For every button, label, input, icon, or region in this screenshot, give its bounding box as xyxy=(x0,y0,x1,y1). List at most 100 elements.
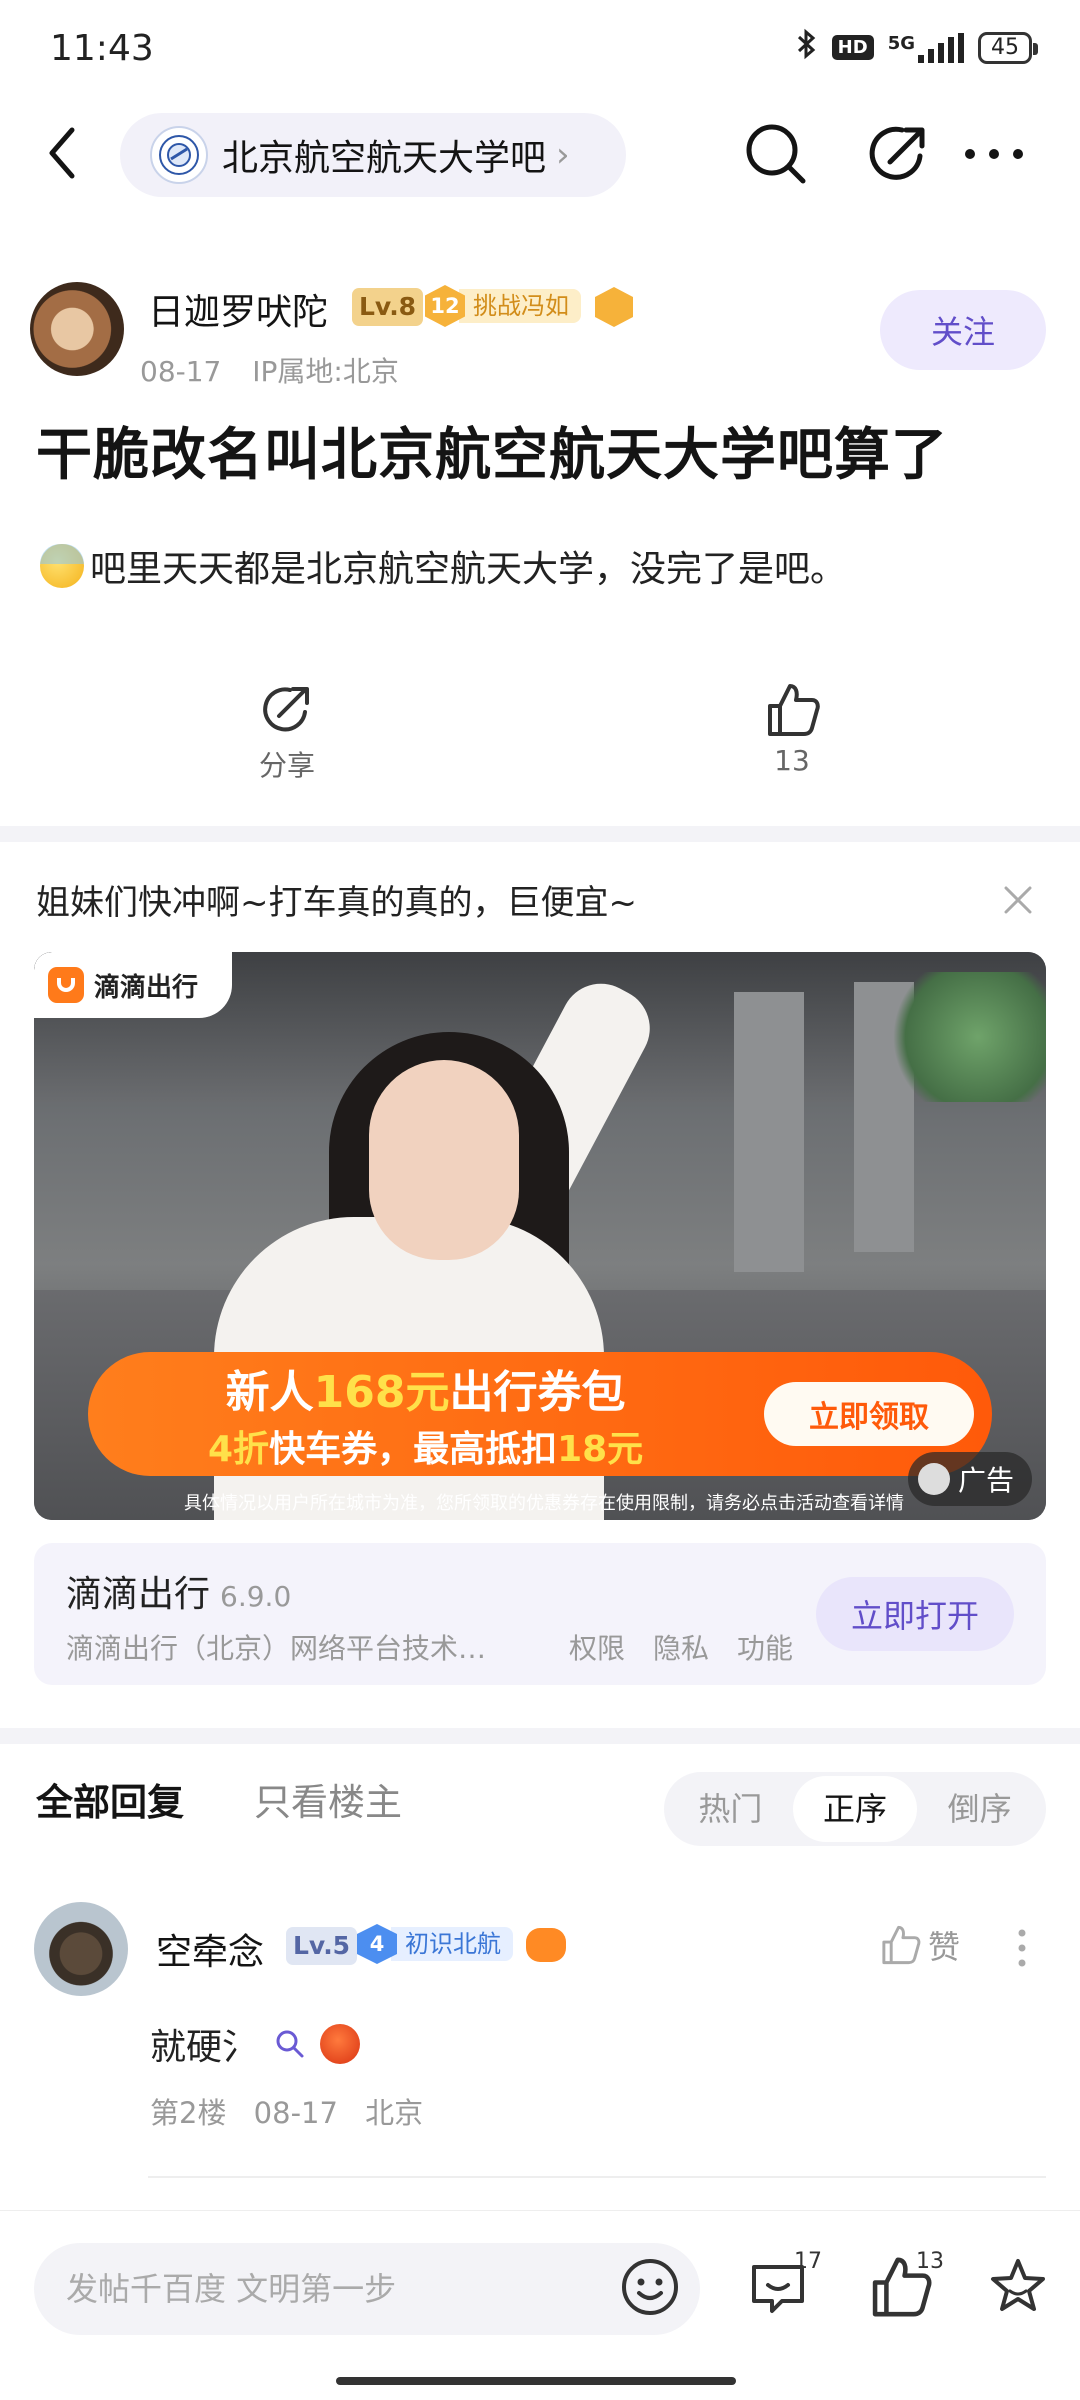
ad-label-badge[interactable]: 广告 xyxy=(907,1452,1032,1506)
share-label: 分享 xyxy=(258,749,315,782)
search-button[interactable] xyxy=(740,118,812,190)
medal-badge: 12 挑战冯如 xyxy=(425,285,581,327)
sort-descending[interactable]: 倒序 xyxy=(917,1776,1042,1842)
claim-coupon-button[interactable]: 立即领取 xyxy=(764,1382,974,1446)
post-body-text: 吧里天天都是北京航空航天大学，没完了是吧。 xyxy=(90,549,847,590)
app-privacy-link[interactable]: 隐私 xyxy=(653,1627,709,1667)
ad-photo-trees xyxy=(876,972,1046,1102)
more-button[interactable] xyxy=(958,118,1030,190)
search-icon[interactable] xyxy=(274,2028,306,2060)
author-avatar[interactable] xyxy=(30,282,124,376)
app-name-row: 滴滴出行 6.9.0 xyxy=(66,1565,291,1617)
post-meta: 08-17 IP属地:北京 xyxy=(140,350,399,390)
star-icon xyxy=(991,2259,1045,2311)
section-divider xyxy=(0,826,1080,842)
open-app-button[interactable]: 立即打开 xyxy=(816,1577,1014,1651)
sweat-emoji-icon xyxy=(40,544,84,588)
reply-author-name[interactable]: 空牵念 xyxy=(156,1923,264,1975)
reply-meta: 第2楼 08-17 北京 xyxy=(150,2090,423,2132)
ad-photo-pillar xyxy=(734,992,804,1272)
close-icon xyxy=(1004,886,1032,914)
ad-title[interactable]: 姐妹们快冲啊~打车真的真的，巨便宜~ xyxy=(36,875,637,924)
comment-count: 17 xyxy=(794,2249,822,2274)
home-indicator[interactable] xyxy=(336,2377,736,2385)
ad-image[interactable]: 滴滴出行 新人168元出行券包 4折快车券，最高抵扣18元 立即领取 具体情况以… xyxy=(34,952,1046,1520)
app-version: 6.9.0 xyxy=(220,1580,292,1613)
thumbs-up-icon xyxy=(882,1925,921,1965)
ad-offer-line1: 新人168元出行券包 xyxy=(225,1367,626,1418)
forum-logo xyxy=(150,126,208,184)
forum-name: 北京航空航天大学吧 xyxy=(222,138,547,179)
angry-emoji-icon xyxy=(320,2024,361,2064)
post-body: 吧里天天都是北京航空航天大学，没完了是吧。 xyxy=(40,540,846,592)
medal-title: 挑战冯如 xyxy=(459,289,581,323)
didi-logo-icon xyxy=(48,967,84,1003)
reply-medal-title: 初识北航 xyxy=(391,1927,513,1961)
app-permissions-link[interactable]: 权限 xyxy=(569,1627,625,1667)
share-icon xyxy=(869,126,925,180)
reply-like-label: 赞 xyxy=(928,1928,961,1966)
ad-offer-line2: 4折快车券，最高抵扣18元 xyxy=(208,1429,644,1470)
status-time: 11:43 xyxy=(50,28,154,69)
sort-ascending[interactable]: 正序 xyxy=(792,1776,918,1842)
ad-label: 广告 xyxy=(957,1464,1014,1497)
app-info-links: 权限 隐私 功能 xyxy=(569,1627,793,1667)
reply-location: 北京 xyxy=(365,2096,424,2130)
ad-offer-banner[interactable]: 新人168元出行券包 4折快车券，最高抵扣18元 立即领取 xyxy=(88,1352,992,1476)
follow-button[interactable]: 关注 xyxy=(880,290,1046,370)
honor-icon xyxy=(595,287,633,327)
ad-brand-tag: 滴滴出行 xyxy=(34,952,233,1018)
reply-more-button[interactable] xyxy=(1010,1925,1034,1971)
forum-pill[interactable]: 北京航空航天大学吧 › xyxy=(120,113,626,197)
post-date: 08-17 xyxy=(140,355,222,388)
like-action[interactable]: 13 xyxy=(712,680,872,777)
emoji-button[interactable] xyxy=(618,2255,682,2319)
ad-offer-text: 新人168元出行券包 4折快车券，最高抵扣18元 xyxy=(208,1356,643,1472)
signal-icon: 5G xyxy=(888,32,964,63)
reply-like-button[interactable]: 赞 xyxy=(878,1922,960,1968)
sort-toggle: 热门 正序 倒序 xyxy=(664,1772,1046,1846)
level-badge: Lv.8 xyxy=(352,288,424,326)
post-ip: IP属地:北京 xyxy=(252,355,399,388)
gamepad-icon xyxy=(526,1928,566,1962)
favorite-button[interactable] xyxy=(984,2253,1052,2321)
ad-disclaimer: 具体情况以用户所在城市为准，您所领取的优惠券存在使用限制，请务必点击活动查看详情 xyxy=(184,1493,904,1514)
reply-divider xyxy=(148,2176,1046,2178)
app-download-card[interactable]: 滴滴出行 6.9.0 滴滴出行（北京）网络平台技术… 权限 隐私 功能 立即打开 xyxy=(34,1543,1046,1685)
share-action[interactable]: 分享 xyxy=(207,680,367,784)
share-button[interactable] xyxy=(862,118,934,190)
search-icon xyxy=(746,124,806,184)
reply-floor: 第2楼 xyxy=(150,2096,227,2130)
reply-text: 就硬氵 xyxy=(150,2027,259,2068)
bottom-like-count: 13 xyxy=(916,2249,944,2274)
ad-close-button[interactable] xyxy=(1000,882,1036,918)
thumbs-up-icon xyxy=(768,684,820,736)
smiley-icon xyxy=(622,2259,678,2315)
post-title: 干脆改名叫北京航空航天大学吧算了 xyxy=(36,423,948,488)
chevron-left-icon xyxy=(49,127,75,179)
section-divider xyxy=(0,1728,1080,1744)
hd-badge: HD xyxy=(831,35,874,60)
tab-op-only[interactable]: 只看楼主 xyxy=(254,1772,402,1826)
reply-medal-badge: 4 初识北航 xyxy=(357,1924,513,1964)
chevron-right-icon: › xyxy=(556,135,570,175)
ad-photo-face xyxy=(369,1060,519,1260)
tab-all-replies[interactable]: 全部回复 xyxy=(36,1772,184,1826)
ad-brand-name: 滴滴出行 xyxy=(94,972,199,1003)
app-name: 滴滴出行 xyxy=(66,1574,211,1615)
bluetooth-icon xyxy=(796,28,818,67)
comment-input[interactable] xyxy=(34,2243,700,2335)
reply-avatar[interactable] xyxy=(34,1902,128,1996)
bottom-bar: 17 13 xyxy=(0,2210,1080,2400)
sort-hot[interactable]: 热门 xyxy=(668,1776,793,1842)
ad-info-icon xyxy=(917,1463,950,1495)
battery-indicator: 45 xyxy=(978,31,1038,64)
share-icon xyxy=(263,687,309,732)
reply-date: 08-17 xyxy=(253,2096,338,2130)
app-features-link[interactable]: 功能 xyxy=(737,1627,793,1667)
more-vertical-icon xyxy=(1018,1929,1026,1967)
back-button[interactable] xyxy=(40,118,90,188)
author-name[interactable]: 日迦罗吠陀 xyxy=(148,283,328,335)
more-horizontal-icon xyxy=(965,149,1023,159)
reply-level-badge: Lv.5 xyxy=(286,1927,358,1965)
